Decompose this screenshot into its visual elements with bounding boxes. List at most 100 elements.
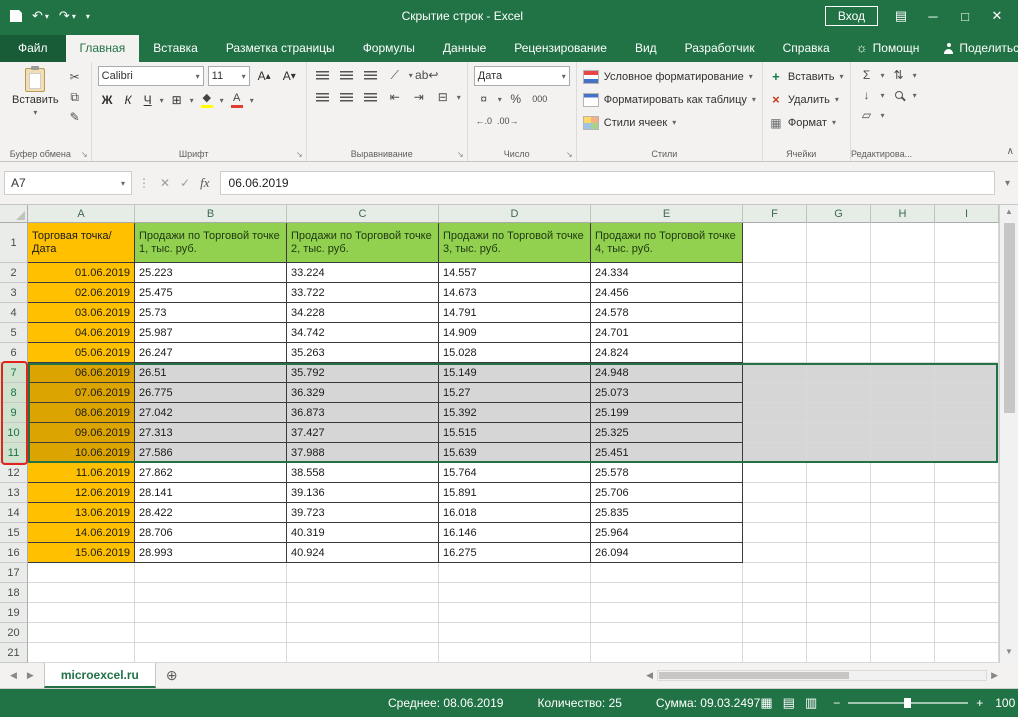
cell-E17[interactable] [591,563,743,583]
cell-B2[interactable]: 25.223 [135,263,287,283]
cell-D6[interactable]: 15.028 [439,343,591,363]
cell-E10[interactable]: 25.325 [591,423,743,443]
borders-icon[interactable]: ⊞ [168,90,186,110]
cell-G21[interactable] [807,643,871,663]
cell-B11[interactable]: 27.586 [135,443,287,463]
cell-B20[interactable] [135,623,287,643]
row-header-21[interactable]: 21 [0,643,28,663]
cell-G10[interactable] [807,423,871,443]
cell-A19[interactable] [28,603,135,623]
tab-file[interactable]: Файл [0,35,66,62]
cell-H20[interactable] [871,623,935,643]
cell-G20[interactable] [807,623,871,643]
row-header-8[interactable]: 8 [0,383,28,403]
cell-G8[interactable] [807,383,871,403]
cell-B6[interactable]: 26.247 [135,343,287,363]
row-header-6[interactable]: 6 [0,343,28,363]
cell-D17[interactable] [439,563,591,583]
cell-D11[interactable]: 15.639 [439,443,591,463]
cell-H11[interactable] [871,443,935,463]
share-button[interactable]: Поделиться [931,35,1018,62]
cell-D1[interactable]: Продажи по Торговой точке 3, тыс. руб. [439,223,591,263]
cell-H21[interactable] [871,643,935,663]
paste-button[interactable]: Вставить ▾ [6,66,65,119]
clipboard-dialog-launcher-icon[interactable]: ↘ [81,150,88,159]
copy-icon[interactable]: ⧉ [65,88,85,106]
cell-E8[interactable]: 25.073 [591,383,743,403]
sheet-nav-left-icon[interactable]: ◀ [10,670,17,681]
column-header-D[interactable]: D [439,205,591,223]
cell-C2[interactable]: 33.224 [287,263,439,283]
cell-H1[interactable] [871,223,935,263]
cell-B7[interactable]: 26.51 [135,363,287,383]
cell-B16[interactable]: 28.993 [135,543,287,563]
cell-H17[interactable] [871,563,935,583]
cell-B10[interactable]: 27.313 [135,423,287,443]
tab-formulas[interactable]: Формулы [349,35,429,62]
cell-B18[interactable] [135,583,287,603]
vertical-scrollbar-thumb[interactable] [1004,223,1015,413]
undo-icon[interactable]: ↶▾ [32,8,49,24]
cell-I8[interactable] [935,383,999,403]
cell-D15[interactable]: 16.146 [439,523,591,543]
cell-G14[interactable] [807,503,871,523]
cell-H8[interactable] [871,383,935,403]
decrease-decimal-icon[interactable]: .00→ [498,112,518,130]
cell-C11[interactable]: 37.988 [287,443,439,463]
cell-A17[interactable] [28,563,135,583]
row-header-19[interactable]: 19 [0,603,28,623]
cell-D19[interactable] [439,603,591,623]
cell-H4[interactable] [871,303,935,323]
cell-B21[interactable] [135,643,287,663]
cell-C5[interactable]: 34.742 [287,323,439,343]
cell-B8[interactable]: 26.775 [135,383,287,403]
cell-I7[interactable] [935,363,999,383]
cell-I6[interactable] [935,343,999,363]
zoom-slider-thumb[interactable] [904,698,911,708]
row-header-12[interactable]: 12 [0,463,28,483]
cell-E11[interactable]: 25.451 [591,443,743,463]
cell-D21[interactable] [439,643,591,663]
column-header-A[interactable]: A [28,205,135,223]
cell-E2[interactable]: 24.334 [591,263,743,283]
insert-cells-button[interactable]: + Вставить ▾ [769,66,844,87]
cell-C15[interactable]: 40.319 [287,523,439,543]
cell-D4[interactable]: 14.791 [439,303,591,323]
cell-G12[interactable] [807,463,871,483]
cell-H5[interactable] [871,323,935,343]
format-cells-button[interactable]: ▦ Формат ▾ [769,112,844,133]
cell-G19[interactable] [807,603,871,623]
decrease-font-icon[interactable]: А▾ [279,66,300,86]
cell-H7[interactable] [871,363,935,383]
cell-F1[interactable] [743,223,807,263]
cell-E20[interactable] [591,623,743,643]
cell-F19[interactable] [743,603,807,623]
align-right-icon[interactable] [361,88,381,106]
cell-I11[interactable] [935,443,999,463]
cell-D3[interactable]: 14.673 [439,283,591,303]
delete-cells-button[interactable]: × Удалить ▾ [769,89,844,110]
cell-F15[interactable] [743,523,807,543]
select-all-button[interactable] [0,205,28,223]
cell-D16[interactable]: 16.275 [439,543,591,563]
cell-H13[interactable] [871,483,935,503]
signin-button[interactable]: Вход [825,6,878,26]
formula-input[interactable]: 06.06.2019 [220,171,995,195]
zoom-out-icon[interactable]: − [833,696,840,710]
cell-G2[interactable] [807,263,871,283]
cell-C3[interactable]: 33.722 [287,283,439,303]
accounting-format-icon[interactable]: ¤ [474,90,494,108]
cell-C18[interactable] [287,583,439,603]
cell-D9[interactable]: 15.392 [439,403,591,423]
cell-I15[interactable] [935,523,999,543]
sheet-tab-microexcel[interactable]: microexcel.ru [44,663,156,688]
cell-E6[interactable]: 24.824 [591,343,743,363]
row-header-10[interactable]: 10 [0,423,28,443]
align-middle-icon[interactable] [337,66,357,84]
cell-C21[interactable] [287,643,439,663]
row-header-3[interactable]: 3 [0,283,28,303]
wrap-text-icon[interactable]: ab↩ [417,66,437,84]
cell-I1[interactable] [935,223,999,263]
cell-C14[interactable]: 39.723 [287,503,439,523]
cell-F14[interactable] [743,503,807,523]
